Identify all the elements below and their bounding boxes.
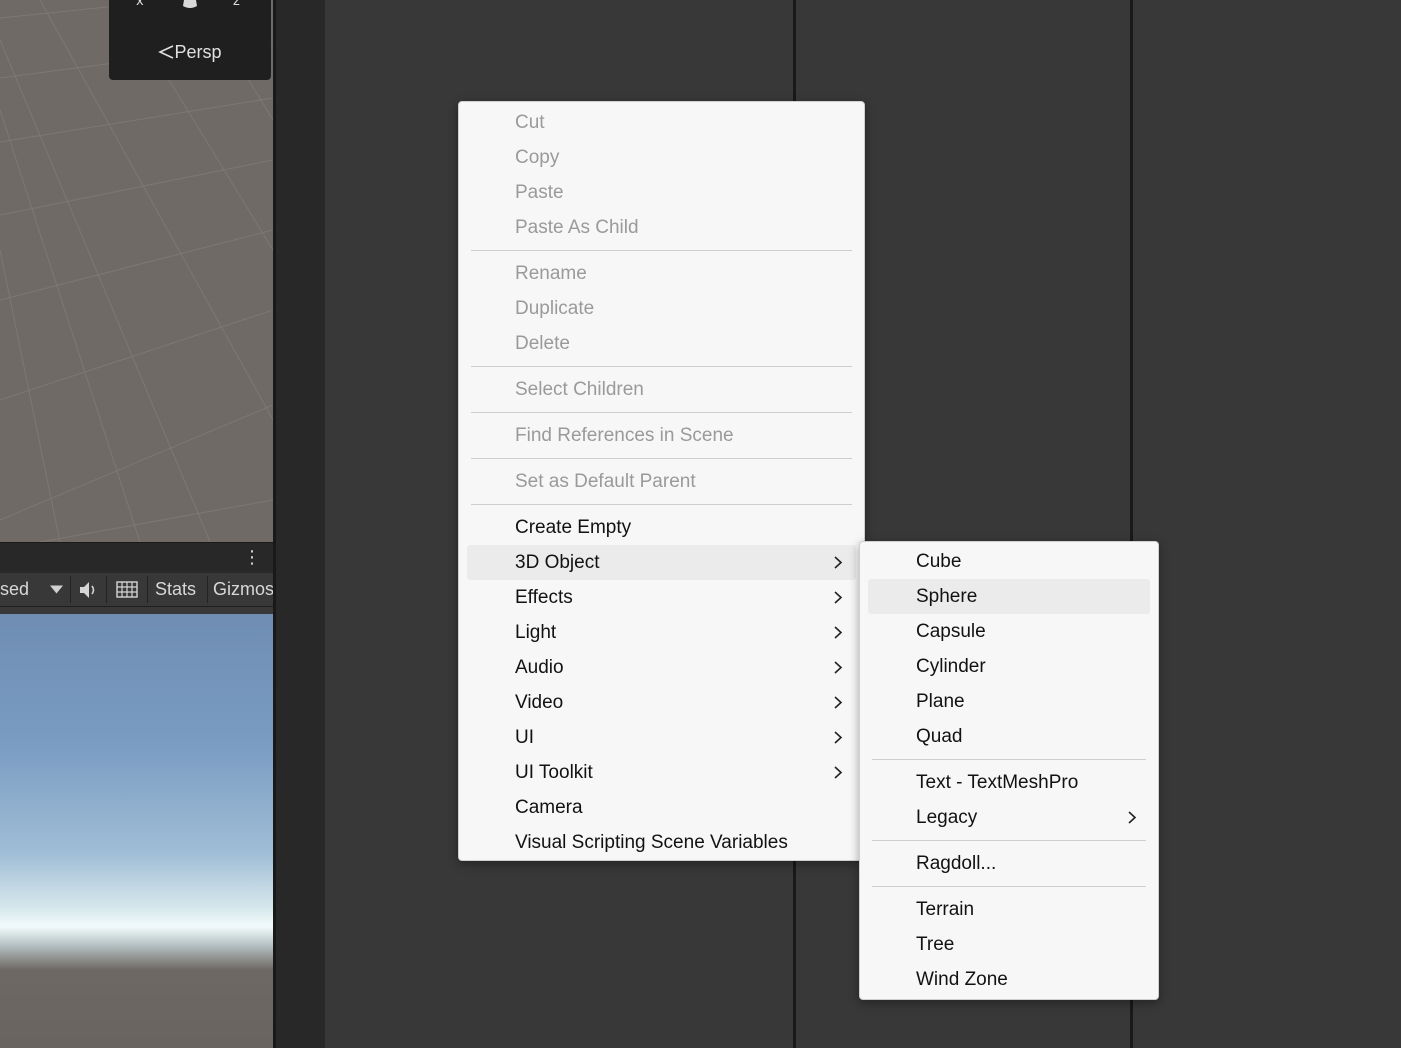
menu-item-paste-as-child[interactable]: Paste As Child bbox=[467, 210, 856, 245]
chevron-right-icon bbox=[1128, 811, 1137, 824]
submenu-item-cylinder[interactable]: Cylinder bbox=[868, 649, 1150, 684]
menu-separator bbox=[872, 886, 1146, 887]
menu-separator bbox=[872, 759, 1146, 760]
submenu-item-plane[interactable]: Plane bbox=[868, 684, 1150, 719]
axis-x-label[interactable]: x bbox=[136, 0, 144, 9]
submenu-item-cube[interactable]: Cube bbox=[868, 544, 1150, 579]
menu-item-camera[interactable]: Camera bbox=[467, 790, 856, 825]
menu-item-audio[interactable]: Audio bbox=[467, 650, 856, 685]
submenu-item-legacy[interactable]: Legacy bbox=[868, 800, 1150, 835]
menu-item-light[interactable]: Light bbox=[467, 615, 856, 650]
chevron-right-icon bbox=[834, 591, 843, 604]
kebab-menu-icon[interactable]: ⋮ bbox=[243, 546, 261, 570]
game-view[interactable] bbox=[0, 614, 273, 1048]
submenu-item-wind-zone[interactable]: Wind Zone bbox=[868, 962, 1150, 997]
menu-item-paste[interactable]: Paste bbox=[467, 175, 856, 210]
menu-item-create-empty[interactable]: Create Empty bbox=[467, 510, 856, 545]
menu-item-copy[interactable]: Copy bbox=[467, 140, 856, 175]
gizmos-button[interactable]: Gizmos bbox=[213, 573, 274, 606]
menu-item-visual-scripting-scene-variables[interactable]: Visual Scripting Scene Variables bbox=[467, 825, 856, 860]
menu-separator bbox=[471, 458, 852, 459]
chevron-right-icon bbox=[834, 661, 843, 674]
hierarchy-gutter bbox=[276, 0, 325, 1048]
menu-item-select-children[interactable]: Select Children bbox=[467, 372, 856, 407]
menu-item-delete[interactable]: Delete bbox=[467, 326, 856, 361]
menu-separator bbox=[471, 504, 852, 505]
aspect-dropdown[interactable]: sed bbox=[0, 573, 29, 606]
menu-item-effects[interactable]: Effects bbox=[467, 580, 856, 615]
menu-item-3d-object[interactable]: 3D Object bbox=[467, 545, 856, 580]
chevron-right-icon bbox=[834, 626, 843, 639]
projection-label: Persp bbox=[174, 42, 222, 62]
menu-item-cut[interactable]: Cut bbox=[467, 105, 856, 140]
menu-item-ui-toolkit[interactable]: UI Toolkit bbox=[467, 755, 856, 790]
chevron-left-icon bbox=[158, 45, 174, 59]
menu-separator bbox=[872, 840, 1146, 841]
context-menu: Cut Copy Paste Paste As Child Rename Dup… bbox=[458, 101, 865, 861]
submenu-item-quad[interactable]: Quad bbox=[868, 719, 1150, 754]
menu-separator bbox=[471, 412, 852, 413]
submenu-item-sphere[interactable]: Sphere bbox=[868, 579, 1150, 614]
scene-grid bbox=[0, 0, 273, 542]
aspect-dropdown-text: sed bbox=[0, 579, 30, 599]
submenu-3d-object: Cube Sphere Capsule Cylinder Plane Quad … bbox=[859, 541, 1159, 1000]
submenu-item-text-textmeshpro[interactable]: Text - TextMeshPro bbox=[868, 765, 1150, 800]
projection-toggle[interactable]: Persp bbox=[109, 42, 271, 63]
stats-button[interactable]: Stats bbox=[155, 573, 196, 606]
chevron-right-icon bbox=[834, 696, 843, 709]
caret-down-icon[interactable] bbox=[50, 585, 63, 595]
speaker-icon[interactable] bbox=[78, 581, 98, 599]
scene-view[interactable]: x z Persp bbox=[0, 0, 273, 542]
menu-item-video[interactable]: Video bbox=[467, 685, 856, 720]
submenu-item-tree[interactable]: Tree bbox=[868, 927, 1150, 962]
chevron-right-icon bbox=[834, 556, 843, 569]
menu-separator bbox=[471, 366, 852, 367]
orientation-gizmo[interactable]: x z Persp bbox=[109, 0, 271, 80]
menu-separator bbox=[471, 250, 852, 251]
axis-gizmo-icon bbox=[183, 0, 197, 8]
submenu-item-capsule[interactable]: Capsule bbox=[868, 614, 1150, 649]
chevron-right-icon bbox=[834, 766, 843, 779]
submenu-item-ragdoll[interactable]: Ragdoll... bbox=[868, 846, 1150, 881]
game-view-header: ⋮ bbox=[0, 542, 273, 573]
menu-item-set-default-parent[interactable]: Set as Default Parent bbox=[467, 464, 856, 499]
axis-z-label[interactable]: z bbox=[233, 0, 240, 9]
game-view-toolbar: sed Stats Gizmos bbox=[0, 573, 274, 607]
menu-item-duplicate[interactable]: Duplicate bbox=[467, 291, 856, 326]
chevron-right-icon bbox=[834, 731, 843, 744]
submenu-item-terrain[interactable]: Terrain bbox=[868, 892, 1150, 927]
menu-item-find-references[interactable]: Find References in Scene bbox=[467, 418, 856, 453]
menu-item-ui[interactable]: UI bbox=[467, 720, 856, 755]
keyboard-icon[interactable] bbox=[116, 581, 138, 598]
menu-item-rename[interactable]: Rename bbox=[467, 256, 856, 291]
